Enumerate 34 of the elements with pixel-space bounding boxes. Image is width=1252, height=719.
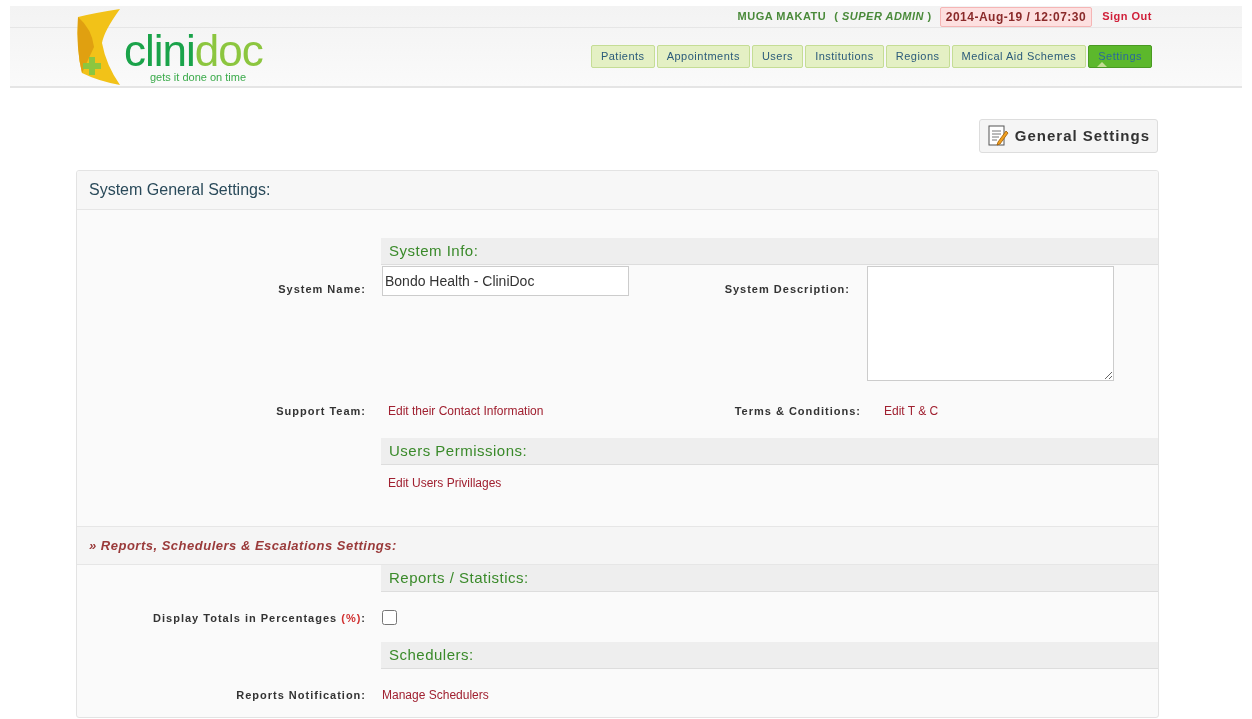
user-role: ( SUPER ADMIN )	[834, 9, 932, 25]
link[interactable]: Manage Schedulers	[382, 688, 489, 702]
system-name-field[interactable]: Bondo Health - CliniDoc	[382, 266, 629, 296]
nav-tab[interactable]: Patients	[590, 45, 655, 68]
nav-tab[interactable]: Medical Aid Schemes	[951, 45, 1087, 68]
nav-tab[interactable]: Users	[751, 45, 804, 68]
field-label: Support Team:	[276, 405, 366, 417]
logo-tagline: gets it done on time	[150, 71, 247, 83]
panel-title: System General Settings:	[89, 180, 271, 200]
link[interactable]: Edit their Contact Information	[388, 404, 544, 418]
link[interactable]: Edit Users Privillages	[388, 476, 502, 490]
nav-tab[interactable]: Appointments	[656, 45, 750, 68]
field-label: Reports Notification:	[236, 689, 366, 701]
edit-document-icon	[986, 125, 1009, 147]
section-heading: System Info:	[389, 240, 479, 261]
logo-text: clinidoc	[124, 31, 263, 71]
field-label: Display Totals in Percentages (%):	[153, 612, 366, 624]
section-heading: Users Permissions:	[389, 440, 528, 461]
percentages-checkbox[interactable]	[382, 609, 397, 625]
general-settings-button[interactable]: General Settings	[978, 119, 1158, 153]
date-time: 2014-Aug-19 / 12:07:30	[939, 6, 1093, 27]
nav-tab[interactable]: Institutions	[805, 45, 884, 68]
sign-out-link[interactable]: Sign Out	[1102, 8, 1152, 25]
logo-icon	[76, 9, 122, 85]
section-heading: Reports / Statistics:	[389, 567, 529, 588]
section-title: » Reports, Schedulers & Escalations Settings:	[89, 536, 397, 555]
system-description-field[interactable]	[867, 266, 1114, 381]
field-label: System Name:	[278, 283, 366, 295]
user-name: MUGA MAKATU	[737, 9, 827, 25]
field-label: Terms & Conditions:	[734, 405, 861, 417]
section-heading: Schedulers:	[389, 644, 474, 665]
link[interactable]: Edit T & C	[884, 404, 939, 418]
field-label: System Description:	[724, 283, 850, 295]
nav-tab[interactable]: Regions	[885, 45, 950, 68]
